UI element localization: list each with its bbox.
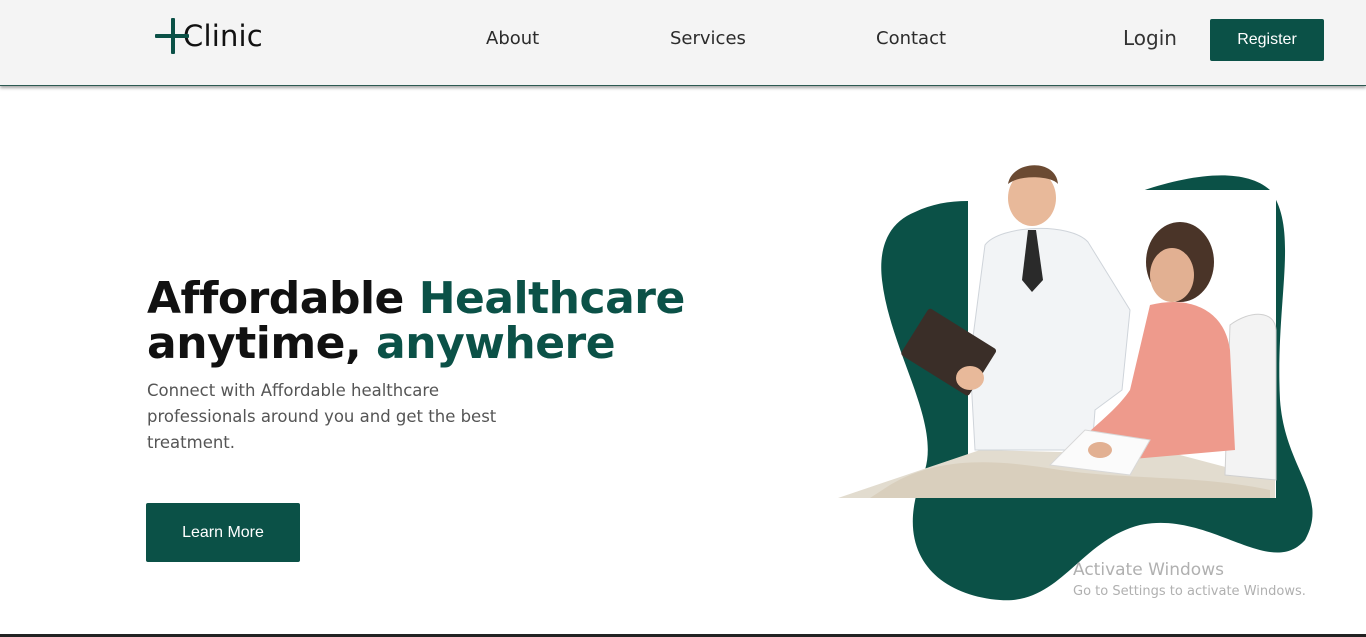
nav-contact-link[interactable]: Contact: [876, 28, 946, 50]
page: Clinic About Services Contact Login Regi…: [0, 0, 1366, 637]
hero-illustration: [830, 150, 1330, 610]
logo-text: Clinic: [183, 18, 263, 53]
site-header: Clinic About Services Contact Login Regi…: [0, 0, 1366, 86]
learn-more-button[interactable]: Learn More: [146, 503, 300, 562]
hero-title-accent1: Healthcare: [418, 273, 686, 324]
activate-windows-watermark: Activate Windows Go to Settings to activ…: [1073, 559, 1306, 602]
hero-title: Affordable Healthcare anytime, anywhere: [147, 276, 685, 366]
nav-about-link[interactable]: About: [486, 28, 539, 50]
plus-logo-icon: [155, 18, 189, 54]
login-link[interactable]: Login: [1123, 27, 1177, 49]
hero-title-part1: Affordable: [147, 273, 419, 324]
hero-description: Connect with Affordable healthcare profe…: [147, 381, 497, 452]
register-button[interactable]: Register: [1210, 19, 1324, 61]
logo[interactable]: Clinic: [155, 17, 263, 55]
hero-title-accent2: anywhere: [376, 318, 616, 369]
doctor-patient-image: [838, 165, 1313, 601]
nav-services-link[interactable]: Services: [670, 28, 746, 50]
watermark-title: Activate Windows: [1073, 560, 1224, 580]
watermark-subtitle: Go to Settings to activate Windows.: [1073, 584, 1306, 599]
hero-title-part2: anytime,: [147, 318, 377, 369]
